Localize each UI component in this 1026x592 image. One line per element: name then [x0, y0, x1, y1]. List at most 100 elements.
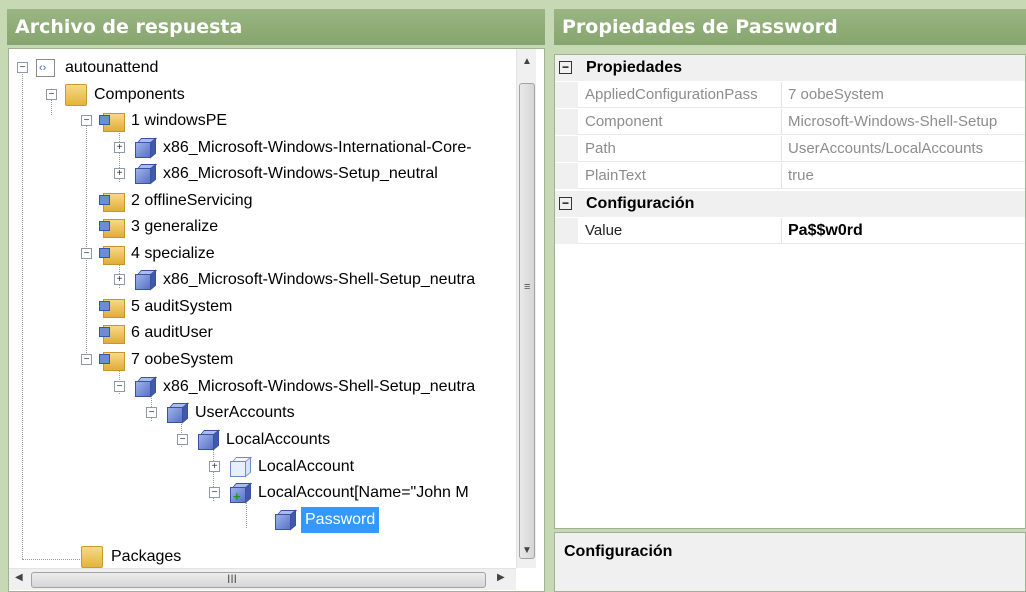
collapse-toggle[interactable]: − [81, 354, 92, 365]
expand-toggle[interactable]: + [209, 461, 220, 472]
scroll-thumb[interactable] [519, 83, 535, 559]
collapse-toggle[interactable]: − [46, 89, 57, 100]
value-property-row[interactable]: Value Pa$$w0rd [555, 218, 1025, 244]
tree-item-label: 7 oobeSystem [131, 351, 234, 368]
collapse-toggle[interactable]: − [559, 61, 572, 74]
collapse-toggle[interactable]: − [146, 407, 157, 418]
tree-item-autounattend[interactable]: − autounattend [9, 55, 519, 81]
property-name: Component [585, 113, 663, 130]
tree-item-components[interactable]: − Components [9, 82, 519, 108]
tree-item-label: UserAccounts [195, 404, 295, 421]
collapse-toggle[interactable]: − [177, 434, 188, 445]
tree-item-local-account[interactable]: + LocalAccount [9, 454, 519, 480]
tree-item-generalize[interactable]: 3 generalize [9, 214, 519, 240]
expand-toggle[interactable]: + [114, 142, 125, 153]
setting-icon [273, 509, 299, 531]
folder-icon [65, 84, 87, 106]
property-grid[interactable]: − Propiedades AppliedConfigurationPass 7… [554, 54, 1026, 529]
tree-item-shell-setup-specialize[interactable]: + x86_Microsoft-Windows-Shell-Setup_neut… [9, 267, 519, 293]
component-icon [133, 376, 159, 398]
tree-item-local-account-john[interactable]: − + LocalAccount[Name="John M [9, 480, 519, 506]
category-label: Configuración [586, 195, 695, 212]
collapse-toggle[interactable]: − [81, 115, 92, 126]
tree-item-packages[interactable]: Packages [9, 544, 519, 570]
property-name: PlainText [585, 167, 646, 184]
answer-file-icon [36, 55, 55, 81]
scroll-left-arrow-icon[interactable]: ◀ [15, 572, 23, 583]
answer-file-header: Archivo de respuesta [7, 9, 545, 45]
tree-item-label: LocalAccounts [226, 431, 331, 448]
category-configuracion[interactable]: − Configuración [555, 191, 1025, 217]
properties-header: Propiedades de Password [554, 9, 1026, 45]
scroll-down-arrow-icon[interactable]: ▼ [517, 545, 537, 556]
tree-item-label: LocalAccount [258, 458, 355, 475]
description-title: Configuración [564, 543, 673, 560]
category-propiedades[interactable]: − Propiedades [555, 55, 1025, 81]
property-value: UserAccounts/LocalAccounts [788, 140, 984, 157]
collapse-toggle[interactable]: − [559, 197, 572, 210]
config-pass-icon [99, 216, 125, 238]
component-icon [165, 402, 191, 424]
tree-item-label: x86_Microsoft-Windows-Setup_neutral [163, 165, 438, 182]
property-name: Value [585, 222, 623, 239]
tree-item-password[interactable]: Password [9, 507, 519, 533]
collapse-toggle[interactable]: − [81, 248, 92, 259]
scroll-up-arrow-icon[interactable]: ▲ [517, 56, 537, 67]
folder-icon [81, 546, 103, 568]
scroll-thumb[interactable]: III [31, 572, 486, 588]
property-value: true [788, 167, 814, 184]
tree-item-label: Components [94, 86, 185, 103]
property-row[interactable]: PlainText true [555, 163, 1025, 189]
tree-item-label: x86_Microsoft-Windows-Shell-Setup_neutra [163, 271, 476, 288]
tree-item-label-selected: Password [301, 507, 380, 533]
tree-item-setup[interactable]: + x86_Microsoft-Windows-Setup_neutral [9, 161, 519, 187]
tree-item-windowspe[interactable]: − 1 windowsPE [9, 108, 519, 134]
tree-item-shell-setup-oobe[interactable]: − x86_Microsoft-Windows-Shell-Setup_neut… [9, 374, 519, 400]
tree-vertical-scrollbar[interactable]: ▲ ≡ ▼ [516, 49, 536, 568]
expand-toggle[interactable]: + [114, 168, 125, 179]
tree-item-label: Packages [111, 548, 182, 565]
tree-item-international-core[interactable]: + x86_Microsoft-Windows-International-Co… [9, 135, 519, 161]
component-icon [133, 137, 159, 159]
property-description-panel: Configuración [554, 532, 1026, 592]
property-row[interactable]: Path UserAccounts/LocalAccounts [555, 136, 1025, 162]
collapse-toggle[interactable]: − [17, 62, 28, 73]
config-pass-icon [99, 190, 125, 212]
property-name: Path [585, 140, 616, 157]
category-label: Propiedades [586, 59, 683, 76]
component-added-icon: + [228, 482, 254, 504]
answer-file-tree[interactable]: − autounattend − Components − 1 windowsP… [8, 48, 545, 592]
tree-item-label: 5 auditSystem [131, 298, 233, 315]
component-icon [196, 429, 222, 451]
tree-horizontal-scrollbar[interactable]: ◀ III ▶ [9, 568, 516, 590]
tree-item-offline-servicing[interactable]: 2 offlineServicing [9, 188, 519, 214]
collapse-toggle[interactable]: − [114, 381, 125, 392]
config-pass-icon [99, 243, 125, 265]
tree-item-label: 3 generalize [131, 218, 219, 235]
property-name: AppliedConfigurationPass [585, 86, 758, 103]
config-pass-icon [99, 322, 125, 344]
tree-item-audit-user[interactable]: 6 auditUser [9, 320, 519, 346]
property-row[interactable]: Component Microsoft-Windows-Shell-Setup [555, 109, 1025, 135]
expand-toggle[interactable]: + [114, 274, 125, 285]
scroll-right-arrow-icon[interactable]: ▶ [497, 572, 505, 583]
tree-item-label: 6 auditUser [131, 324, 213, 341]
tree-item-label: x86_Microsoft-Windows-International-Core… [163, 139, 472, 156]
config-pass-icon [99, 110, 125, 132]
password-value-field[interactable]: Pa$$w0rd [788, 218, 863, 244]
property-row[interactable]: AppliedConfigurationPass 7 oobeSystem [555, 82, 1025, 108]
scroll-grip-icon: III [227, 572, 238, 586]
component-icon [133, 163, 159, 185]
collapse-toggle[interactable]: − [209, 487, 220, 498]
tree-item-specialize[interactable]: − 4 specialize [9, 241, 519, 267]
tree-item-label: 4 specialize [131, 245, 215, 262]
tree-item-oobe-system[interactable]: − 7 oobeSystem [9, 347, 519, 373]
tree-item-audit-system[interactable]: 5 auditSystem [9, 294, 519, 320]
scroll-grip-icon: ≡ [524, 281, 531, 293]
tree-item-label: 1 windowsPE [131, 112, 228, 129]
tree-item-local-accounts[interactable]: − LocalAccounts [9, 427, 519, 453]
property-value: 7 oobeSystem [788, 86, 884, 103]
tree-item-user-accounts[interactable]: − UserAccounts [9, 400, 519, 426]
config-pass-icon [99, 296, 125, 318]
property-value: Microsoft-Windows-Shell-Setup [788, 113, 998, 130]
